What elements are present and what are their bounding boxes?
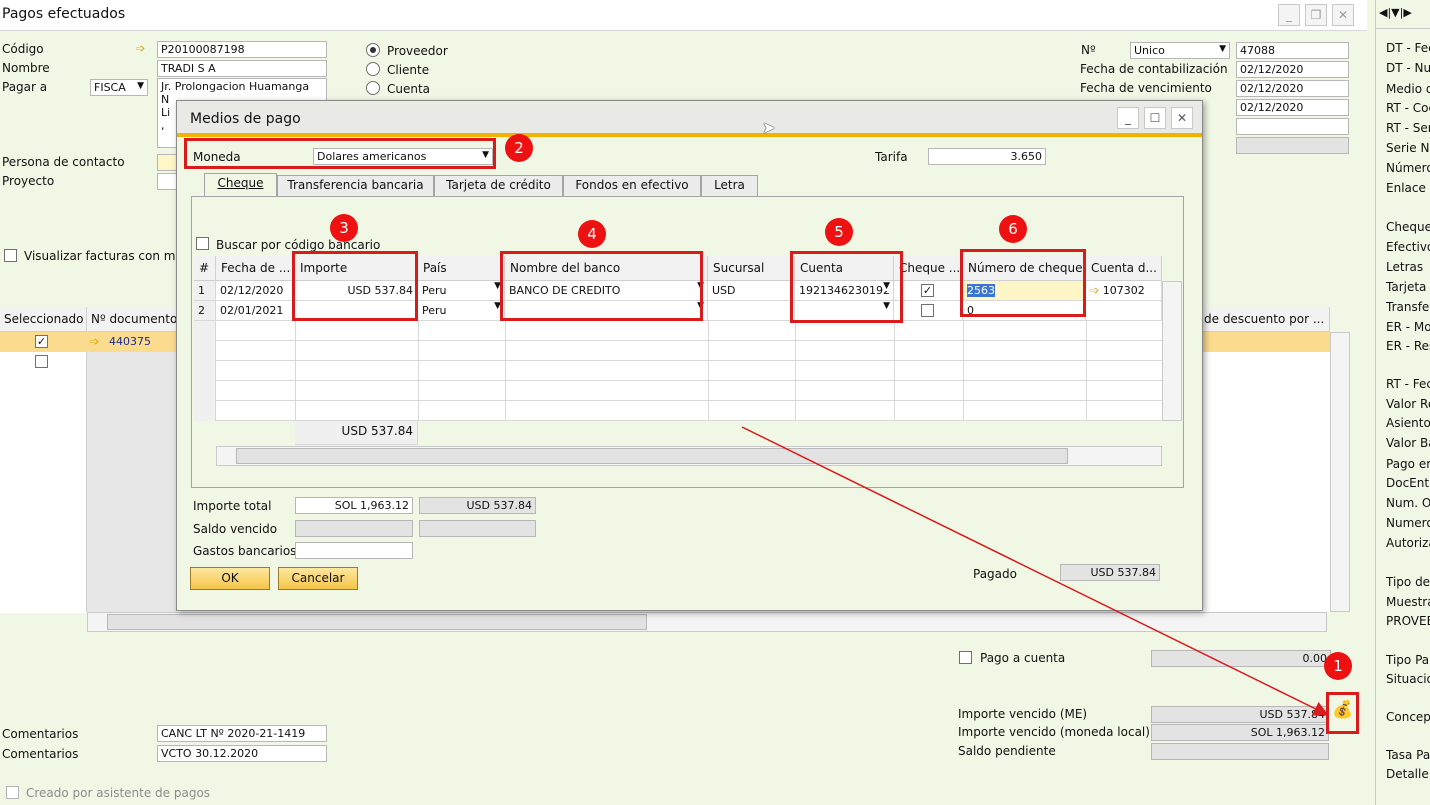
annotation-arrow: [741, 426, 1329, 716]
mouse-cursor-icon: ➤: [762, 118, 776, 137]
